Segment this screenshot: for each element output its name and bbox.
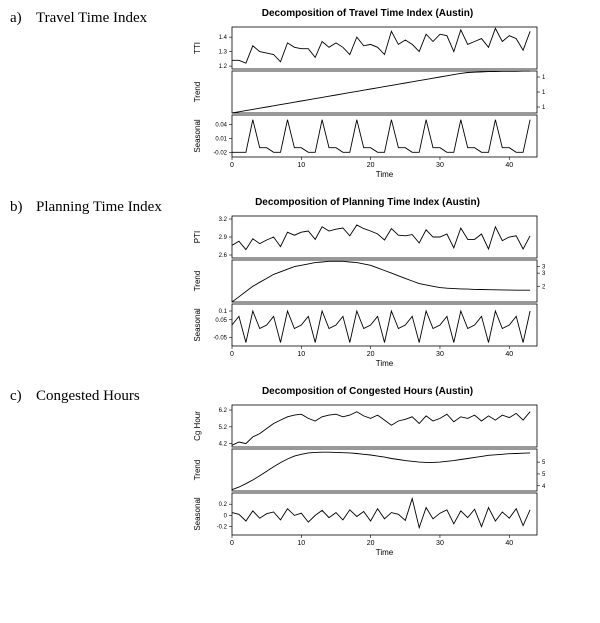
svg-text:5.2: 5.2 [219,425,228,431]
svg-text:Seasonal: Seasonal [193,497,202,531]
chart-svg-wrap: 2.6 2.9 3.2 PTI 2.9 33.05 Trend -0.05 0.05 0.1 Sea… [190,212,545,368]
decomposition-plot-tti: 1.2 1.3 1.4 TTI 1.3 1.35 1.4 Trend -0.02 0.01 0.04… [190,23,545,179]
svg-text:Trend: Trend [193,460,202,481]
svg-text:1.4: 1.4 [219,35,228,41]
svg-text:2.9: 2.9 [542,284,545,290]
svg-text:5.5: 5.5 [542,460,545,466]
svg-text:Seasonal: Seasonal [193,119,202,153]
svg-text:40: 40 [505,351,513,358]
chart-container-pti: Decomposition of Planning Time Index (Au… [190,197,545,368]
svg-text:0.05: 0.05 [215,318,227,324]
svg-text:3.2: 3.2 [219,217,228,223]
svg-text:Cg Hour: Cg Hour [193,411,202,441]
svg-text:3: 3 [542,271,545,277]
svg-text:20: 20 [367,540,375,547]
section-c: c) Congested Hours Decomposition of Conges… [10,386,590,557]
svg-text:Trend: Trend [193,82,202,103]
chart-svg-wrap: 1.2 1.3 1.4 TTI 1.3 1.35 1.4 Trend -0.02 0.01 0.04… [190,23,545,179]
svg-text:PTI: PTI [193,231,202,243]
svg-text:0.2: 0.2 [219,502,228,508]
svg-text:Seasonal: Seasonal [193,308,202,342]
section-title: Planning Time Index [36,199,162,216]
svg-text:6.2: 6.2 [219,408,228,414]
svg-text:-0.2: -0.2 [217,525,228,531]
section-title: Travel Time Index [36,10,147,27]
svg-text:0.1: 0.1 [219,309,228,315]
svg-text:Time: Time [376,359,394,368]
svg-text:-0.05: -0.05 [213,335,227,341]
section-label-c: c) Congested Hours [10,386,190,405]
chart-title: Decomposition of Planning Time Index (Au… [190,197,545,208]
svg-text:0: 0 [230,351,234,358]
section-label-a: a) Travel Time Index [10,8,190,27]
chart-svg-wrap: 4.2 5.2 6.2 Cg Hour 4.6 5.05 5.5 Trend -0.2 0 0.2 S… [190,401,545,557]
section-label-b: b) Planning Time Index [10,197,190,216]
decomposition-plot-pti: 2.6 2.9 3.2 PTI 2.9 33.05 Trend -0.05 0.05 0.1 Sea… [190,212,545,368]
svg-text:0: 0 [224,513,228,519]
svg-text:0: 0 [230,162,234,169]
svg-text:0: 0 [230,540,234,547]
svg-text:10: 10 [297,162,305,169]
decomposition-plot-cg: 4.2 5.2 6.2 Cg Hour 4.6 5.05 5.5 Trend -0.2 0 0.2 S… [190,401,545,557]
chart-container-cg: Decomposition of Congested Hours (Austin… [190,386,545,557]
svg-text:5.05: 5.05 [542,472,545,478]
svg-text:1.35: 1.35 [542,90,545,96]
svg-text:4.6: 4.6 [542,484,545,490]
svg-text:4.2: 4.2 [219,442,228,448]
svg-text:30: 30 [436,540,444,547]
svg-text:0.01: 0.01 [215,136,227,142]
svg-text:3.05: 3.05 [542,265,545,271]
svg-text:40: 40 [505,162,513,169]
svg-text:1.2: 1.2 [219,64,228,70]
svg-text:1.3: 1.3 [219,50,228,56]
svg-text:1.4: 1.4 [542,75,545,81]
svg-text:2.9: 2.9 [219,235,228,241]
svg-text:Time: Time [376,170,394,179]
section-index: b) [10,199,28,216]
svg-text:-0.02: -0.02 [213,150,227,156]
svg-text:30: 30 [436,162,444,169]
section-title: Congested Hours [36,388,140,405]
svg-text:10: 10 [297,351,305,358]
section-a: a) Travel Time Index Decomposition of Trav… [10,8,590,179]
svg-text:10: 10 [297,540,305,547]
chart-title: Decomposition of Congested Hours (Austin… [190,386,545,397]
svg-text:20: 20 [367,351,375,358]
svg-text:20: 20 [367,162,375,169]
svg-text:0.04: 0.04 [215,122,227,128]
svg-text:Time: Time [376,548,394,557]
svg-text:2.6: 2.6 [219,253,228,259]
svg-text:Trend: Trend [193,271,202,292]
chart-container-tti: Decomposition of Travel Time Index (Aust… [190,8,545,179]
svg-text:30: 30 [436,351,444,358]
section-index: a) [10,10,28,27]
svg-text:TTI: TTI [193,42,202,54]
chart-title: Decomposition of Travel Time Index (Aust… [190,8,545,19]
section-b: b) Planning Time Index Decomposition of Pl… [10,197,590,368]
svg-text:1.3: 1.3 [542,105,545,111]
section-index: c) [10,388,28,405]
svg-text:40: 40 [505,540,513,547]
